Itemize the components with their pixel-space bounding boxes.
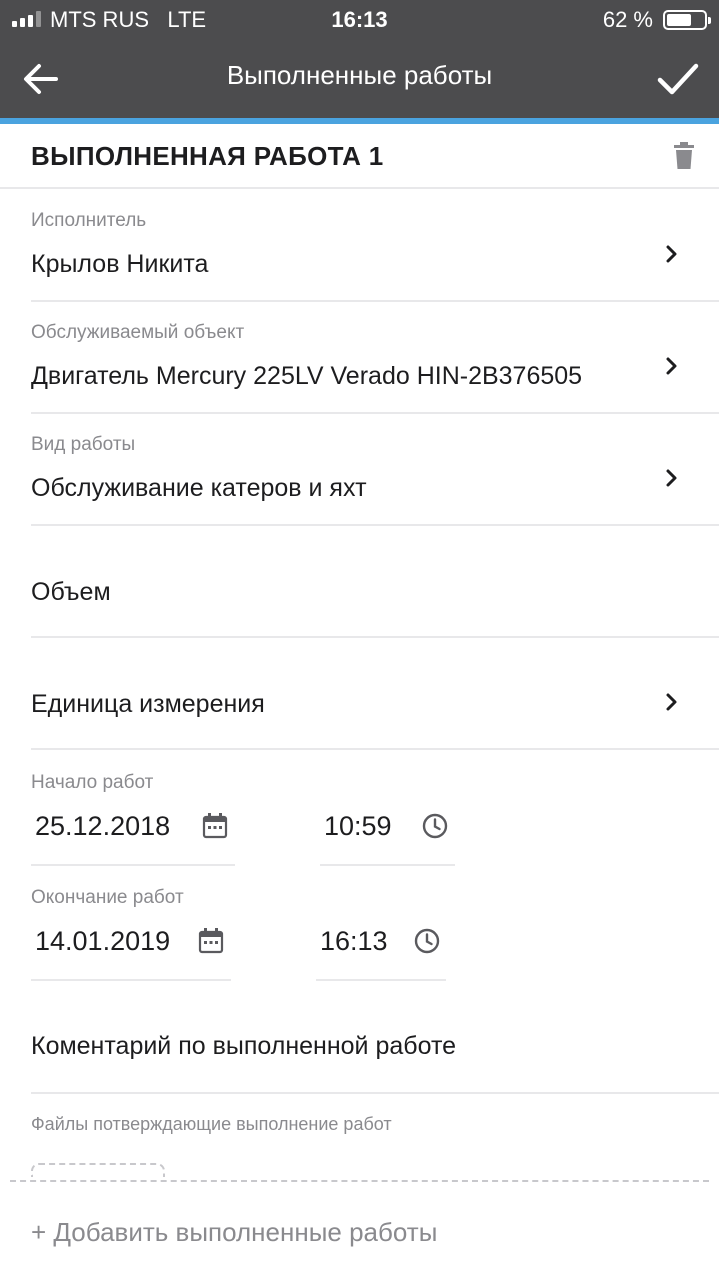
checkmark-icon <box>657 63 699 95</box>
divider <box>31 748 719 750</box>
comment-field[interactable]: Коментарий по выполненной работе <box>0 982 719 1092</box>
chevron-right-icon <box>666 245 677 263</box>
performer-label: Исполнитель <box>31 210 147 231</box>
work-type-value: Обслуживание катеров и яхт <box>31 474 367 502</box>
confirm-button[interactable] <box>655 56 701 102</box>
end-date: 14.01.2019 <box>35 926 171 956</box>
object-value: Двигатель Mercury 225LV Verado HIN-2B376… <box>31 362 583 390</box>
divider <box>31 1092 719 1094</box>
end-time-underline <box>316 979 446 981</box>
end-label: Окончание работ <box>31 887 184 908</box>
calendar-icon <box>198 928 224 954</box>
unit-placeholder: Единица измерения <box>31 690 265 718</box>
file-upload-slot[interactable] <box>31 1163 165 1177</box>
object-row[interactable]: Обслуживаемый объект Двигатель Mercury 2… <box>0 302 719 414</box>
delete-button[interactable] <box>671 142 697 170</box>
comment-placeholder: Коментарий по выполненной работе <box>31 1032 457 1060</box>
start-time: 10:59 <box>324 811 392 841</box>
top-bar: MTS RUS LTE 16:13 62 % Выполненные работ… <box>0 0 719 118</box>
object-label: Обслуживаемый объект <box>31 322 245 343</box>
end-date-underline <box>31 979 231 981</box>
chevron-right-icon <box>666 469 677 487</box>
clock-icon <box>422 813 448 839</box>
battery-percent: 62 % <box>602 7 653 32</box>
section-header: ВЫПОЛНЕННАЯ РАБОТА 1 <box>0 124 719 189</box>
files-label: Файлы потверждающие выполнение работ <box>31 1114 392 1134</box>
performer-row[interactable]: Исполнитель Крылов Никита <box>0 190 719 302</box>
clock-icon <box>414 928 440 954</box>
add-work-button[interactable]: + Добавить выполненные работы <box>31 1217 437 1248</box>
chevron-right-icon <box>666 693 677 711</box>
performer-value: Крылов Никита <box>31 250 209 278</box>
volume-field[interactable]: Объем <box>0 526 719 638</box>
battery-icon <box>663 10 711 30</box>
work-type-label: Вид работы <box>31 434 136 455</box>
unit-row[interactable]: Единица измерения <box>0 638 719 750</box>
section-title: ВЫПОЛНЕННАЯ РАБОТА 1 <box>31 141 384 171</box>
work-type-row[interactable]: Вид работы Обслуживание катеров и яхт <box>0 414 719 526</box>
calendar-icon <box>202 813 228 839</box>
volume-placeholder: Объем <box>31 578 111 606</box>
dashed-divider <box>10 1180 709 1182</box>
start-time-underline <box>320 864 455 866</box>
start-date: 25.12.2018 <box>35 811 171 841</box>
start-date-underline <box>31 864 235 866</box>
page-title: Выполненные работы <box>226 60 493 90</box>
end-time: 16:13 <box>320 926 388 956</box>
trash-icon <box>674 142 694 169</box>
status-bar: MTS RUS LTE 16:13 62 % <box>0 0 719 40</box>
chevron-right-icon <box>666 357 677 375</box>
start-label: Начало работ <box>31 772 154 793</box>
